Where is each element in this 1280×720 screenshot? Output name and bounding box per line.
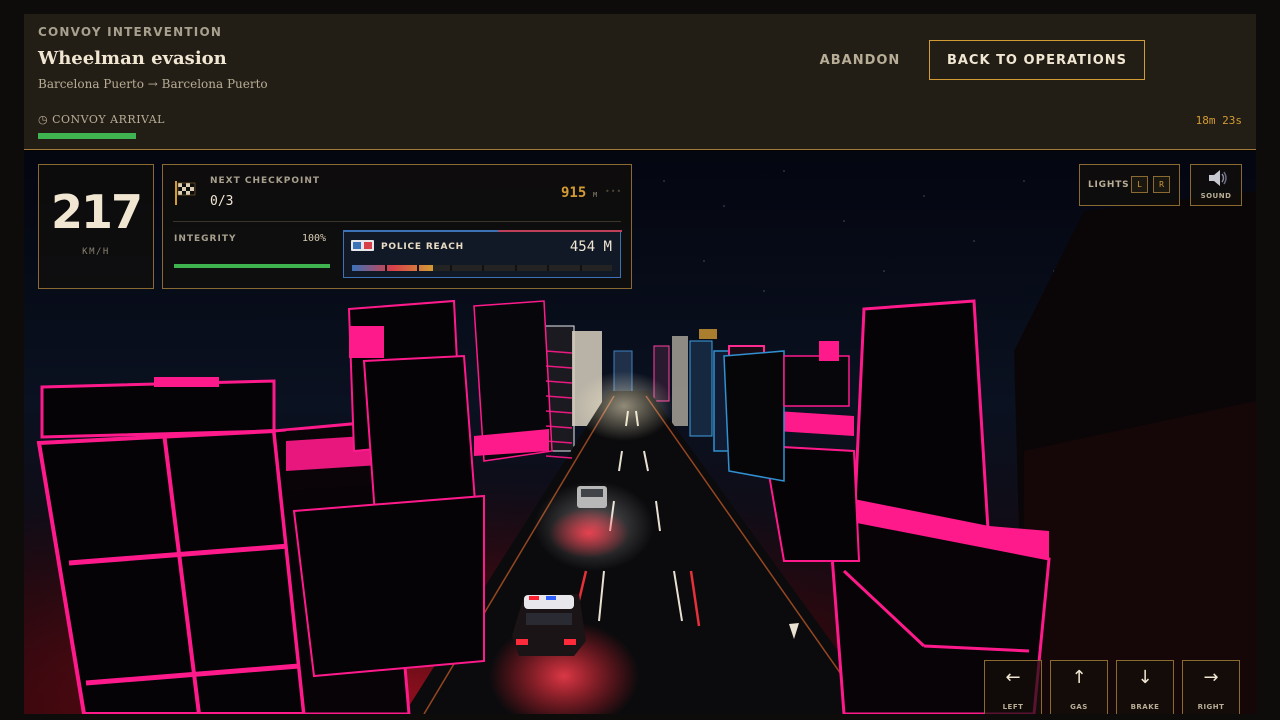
speed-value: 217	[50, 185, 143, 239]
integrity-bar	[174, 264, 330, 268]
panel-divider	[173, 221, 621, 222]
convoy-arrival-label: ◷ CONVOY ARRIVAL	[38, 113, 165, 126]
integrity-value: 100%	[302, 233, 327, 244]
left-control-button[interactable]: ← LEFT	[984, 660, 1042, 714]
lights-key-left: L	[1131, 176, 1148, 193]
convoy-arrival-fill	[38, 133, 136, 139]
integrity-label: INTEGRITY	[174, 234, 237, 244]
police-accent-line	[344, 230, 622, 232]
police-bar-tick	[449, 265, 452, 271]
game-frame: CONVOY INTERVENTION Wheelman evasion Bar…	[24, 14, 1256, 714]
mission-title: Wheelman evasion	[38, 48, 227, 69]
speaker-icon	[1209, 170, 1227, 186]
mission-header: CONVOY INTERVENTION Wheelman evasion Bar…	[24, 14, 1256, 150]
mission-timer: 18m 23s	[1195, 114, 1242, 127]
control-label: BRAKE	[1130, 703, 1160, 711]
police-reach-value: 454 M	[569, 239, 612, 255]
arrow-left-icon: ←	[1005, 667, 1021, 688]
police-bar-tick	[547, 265, 549, 271]
police-bar-tick	[384, 265, 387, 271]
police-reach-panel: POLICE REACH 454 M	[343, 230, 622, 278]
speedometer: 217 KM/H	[38, 164, 154, 289]
control-label: RIGHT	[1197, 703, 1225, 711]
mission-route: Barcelona Puerto → Barcelona Puerto	[38, 77, 268, 91]
gas-control-button[interactable]: ↑ GAS	[1050, 660, 1108, 714]
police-reach-bar	[352, 265, 612, 271]
checkpoint-count: 0/3	[210, 194, 234, 209]
convoy-arrival-bar	[38, 133, 136, 139]
player-police-car	[512, 594, 586, 656]
integrity-fill	[174, 264, 330, 268]
brake-control-button[interactable]: ↓ BRAKE	[1116, 660, 1174, 714]
police-bar-tick	[417, 265, 419, 271]
abandon-button[interactable]: ABANDON	[804, 40, 916, 80]
police-reach-label: POLICE REACH	[381, 242, 464, 252]
control-label: LEFT	[1002, 703, 1024, 711]
signal-dots-icon: •••	[605, 187, 623, 196]
checkpoint-distance-unit: M	[593, 191, 598, 199]
arrow-up-icon: ↑	[1071, 667, 1087, 688]
lights-label: LIGHTS	[1088, 180, 1130, 190]
arrow-right-icon: →	[1203, 667, 1219, 688]
arrow-down-icon: ↓	[1137, 667, 1153, 688]
police-bar-tick	[482, 265, 484, 271]
police-siren-icon	[351, 240, 374, 251]
checkered-flag-icon	[175, 181, 196, 205]
lights-key-right: R	[1153, 176, 1170, 193]
police-reach-fill	[352, 265, 433, 271]
control-label: GAS	[1070, 703, 1088, 711]
speed-unit: KM/H	[82, 247, 110, 257]
police-bar-tick	[514, 265, 517, 271]
mission-type: CONVOY INTERVENTION	[38, 25, 223, 39]
checkpoint-label: NEXT CHECKPOINT	[210, 176, 321, 186]
sound-label: SOUND	[1200, 192, 1232, 200]
right-control-button[interactable]: → RIGHT	[1182, 660, 1240, 714]
back-to-operations-button[interactable]: BACK TO OPERATIONS	[929, 40, 1145, 80]
checkpoint-distance: 915	[561, 185, 587, 201]
police-bar-tick	[579, 265, 582, 271]
lights-toggle[interactable]: LIGHTS L R	[1079, 164, 1180, 206]
mission-status-panel: NEXT CHECKPOINT 0/3 915 M ••• INTEGRITY …	[162, 164, 632, 289]
sound-toggle-button[interactable]: SOUND	[1190, 164, 1242, 206]
